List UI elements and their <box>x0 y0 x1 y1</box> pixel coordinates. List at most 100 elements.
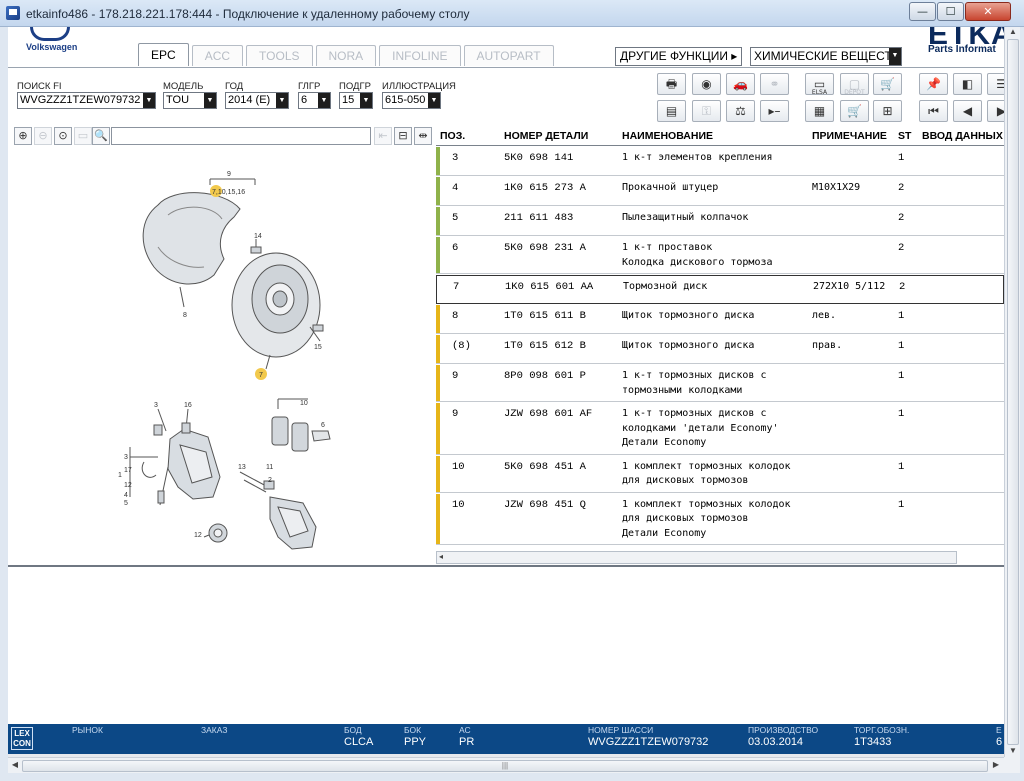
row-description: 1 к-т тормозных дисков с тормозными колод… <box>622 369 767 398</box>
row-quantity: 1 <box>898 498 905 511</box>
brake-diagram: 9 7,10,15,16 14 8 15 7 3 16 10 6 1 3 17 … <box>118 171 331 550</box>
prev-page-icon[interactable]: ⇤ <box>374 127 392 145</box>
close-button[interactable]: ✕ <box>965 2 1011 21</box>
callout-label: 11 <box>266 464 273 471</box>
scroll-right-icon[interactable]: ▶ <box>990 760 1002 772</box>
notes-icon[interactable]: ▦ <box>805 100 834 122</box>
row-description-line: 1 комплект тормозных колодок <box>622 460 791 472</box>
tab-nora[interactable]: NORA <box>315 45 377 66</box>
table-row[interactable]: (8) 1T0 615 612 B прав. 1 Щиток тормозного д… <box>436 335 1004 364</box>
status-chassis: НОМЕР ШАССИ WVGZZZ1TZEW079732 <box>588 725 708 749</box>
row-status-bar <box>436 493 440 544</box>
illustration-select[interactable]: 615-050 ▼ <box>382 92 441 109</box>
table-row[interactable]: 3 5K0 698 141 1 1 к-т элементов крепления <box>436 147 1004 176</box>
row-description-line: Колодка дискового тормоза <box>622 256 773 268</box>
cart-icon[interactable]: 🛒 <box>873 73 902 95</box>
row-status-bar <box>436 335 440 363</box>
next-icon[interactable]: ▶ <box>987 100 1004 122</box>
etka-client-area: Volkswagen ETKA Parts Informat EPC ACC T… <box>8 27 1004 773</box>
row-position: 8 <box>452 310 459 322</box>
printer-icon[interactable]: 🖶 <box>657 73 686 95</box>
tab-epc[interactable]: EPC <box>138 43 189 66</box>
subgroup-select[interactable]: 15 ▼ <box>339 92 373 109</box>
vertical-scroll-thumb[interactable] <box>1007 39 1019 745</box>
other-functions-button[interactable]: ДРУГИЕ ФУНКЦИИ ▸ <box>615 47 743 66</box>
tab-infoline[interactable]: INFOLINE <box>379 45 461 66</box>
first-icon[interactable]: ⏮ <box>919 100 948 122</box>
col-st[interactable]: ST <box>898 130 911 142</box>
list-icon[interactable]: ☰ <box>987 73 1004 95</box>
scale-icon[interactable]: ⚖ <box>726 100 755 122</box>
parts-horizontal-scrollbar[interactable]: ◂ <box>436 551 957 564</box>
table-row[interactable]: 9 8P0 098 601 P 1 1 к-т тормозных дисков с т… <box>436 365 1004 402</box>
scroll-left-icon[interactable]: ◂ <box>439 552 443 561</box>
elsa-icon[interactable]: ▭ ELSA <box>805 73 834 96</box>
cart-add-icon[interactable]: 🛒 <box>840 100 869 122</box>
other-functions-select[interactable]: ХИМИЧЕСКИЕ ВЕЩЕСТ ▼ <box>750 47 902 66</box>
split-icon[interactable]: ⇹ <box>414 127 432 145</box>
col-note[interactable]: ПРИМЕЧАНИЕ <box>812 130 887 142</box>
table-row[interactable]: 10 5K0 698 451 A 1 1 комплект тормозных кол… <box>436 455 1004 493</box>
callout-label: 7 <box>259 372 263 379</box>
row-quantity: 1 <box>898 310 905 322</box>
zoom-out-icon[interactable]: ⊖ <box>34 127 52 145</box>
row-position: 3 <box>452 152 459 164</box>
table-row[interactable]: 8 1T0 615 611 B лев. 1 Щиток тормозного диск… <box>436 305 1004 334</box>
table-row[interactable]: 4 1K0 615 273 A M10X1X29 2 Прокачной штуцер <box>436 177 1004 206</box>
horizontal-scrollbar[interactable]: ◀ ||| ▶ <box>8 757 1004 773</box>
list-left-icon[interactable]: ◧ <box>953 73 982 95</box>
depot-label: DEPOT <box>844 89 865 96</box>
row-part-number: 1T0 615 612 B <box>504 340 586 352</box>
invoice-icon[interactable]: ▤ <box>657 100 686 122</box>
cart-list-icon[interactable]: ⊞ <box>873 100 902 122</box>
callout-label: 17 <box>124 467 132 474</box>
col-name[interactable]: НАИМЕНОВАНИЕ <box>622 130 713 142</box>
col-pos[interactable]: ПОЗ. <box>440 130 465 142</box>
row-quantity: 1 <box>898 460 905 473</box>
order-label: ЗАКАЗ <box>201 725 228 735</box>
minimize-button[interactable]: — <box>909 2 936 21</box>
zoom-in-icon[interactable]: ⊕ <box>14 127 32 145</box>
scroll-left-icon[interactable]: ◀ <box>9 760 21 772</box>
tab-autopart[interactable]: AUTOPART <box>463 45 554 66</box>
disc-icon[interactable]: ◉ <box>692 73 721 95</box>
arrow-dash-icon[interactable]: ▸– <box>760 100 789 122</box>
tab-acc[interactable]: ACC <box>191 45 244 66</box>
parts-illustration[interactable]: 9 7,10,15,16 14 8 15 7 3 16 10 6 1 3 17 … <box>8 147 435 565</box>
maximize-button[interactable]: ☐ <box>937 2 964 21</box>
row-part-number: JZW 698 451 Q <box>504 498 586 511</box>
layout-icon[interactable]: ⊟ <box>394 127 412 145</box>
tab-tools[interactable]: TOOLS <box>246 45 313 66</box>
model-select[interactable]: TOU ▼ <box>163 92 217 109</box>
table-row[interactable]: 7 1K0 615 601 AA 272X10 5/112 2 Тормозной ди… <box>436 275 1004 304</box>
model-label: МОДЕЛЬ <box>163 81 204 92</box>
magnifier-icon[interactable]: 🔍 <box>92 127 110 145</box>
search-fi-input[interactable]: WVGZZZ1TZEW079732 ▼ <box>17 92 156 109</box>
year-select[interactable]: 2014 (E) ▼ <box>225 92 289 109</box>
depot-icon[interactable]: ▢ DEPOT <box>840 73 869 96</box>
horizontal-scroll-thumb[interactable]: ||| <box>22 760 988 772</box>
row-part-number: 8P0 098 601 P <box>504 370 586 382</box>
prev-icon[interactable]: ◀ <box>953 100 982 122</box>
link-icon[interactable]: ⚭ <box>760 73 789 95</box>
table-row[interactable]: 5 211 611 483 2 Пылезащитный колпачок <box>436 207 1004 236</box>
table-row[interactable]: 6 5K0 698 231 A 2 1 к-т проставок Колодка ди… <box>436 237 1004 274</box>
key-icon[interactable]: ⚿ <box>692 100 721 122</box>
col-part-number[interactable]: НОМЕР ДЕТАЛИ <box>504 130 588 142</box>
pin-icon[interactable]: 📌 <box>919 73 948 95</box>
car-icon[interactable]: 🚗 <box>726 73 755 95</box>
row-status-bar <box>436 147 440 175</box>
callout-label: 4 <box>124 492 128 499</box>
scroll-up-icon[interactable]: ▲ <box>1007 27 1019 39</box>
vertical-scrollbar[interactable]: ▲ ▼ <box>1004 27 1020 758</box>
row-position: 4 <box>452 182 459 194</box>
zoom-rect-icon[interactable]: ▭ <box>74 127 92 145</box>
row-description: 1 к-т проставок Колодка дискового тормоза <box>622 241 773 270</box>
col-input[interactable]: ВВОД ДАННЫХ <box>922 130 1003 142</box>
main-group-select[interactable]: 6 ▼ <box>298 92 331 109</box>
illustration-search-input[interactable] <box>111 127 371 145</box>
chassis-label: НОМЕР ШАССИ <box>588 725 654 735</box>
table-row[interactable]: 10 JZW 698 451 Q 1 1 комплект тормозных кол… <box>436 493 1004 545</box>
zoom-fit-icon[interactable]: ⊙ <box>54 127 72 145</box>
table-row[interactable]: 9 JZW 698 601 AF 1 1 к-т тормозных дисков с… <box>436 403 1004 455</box>
